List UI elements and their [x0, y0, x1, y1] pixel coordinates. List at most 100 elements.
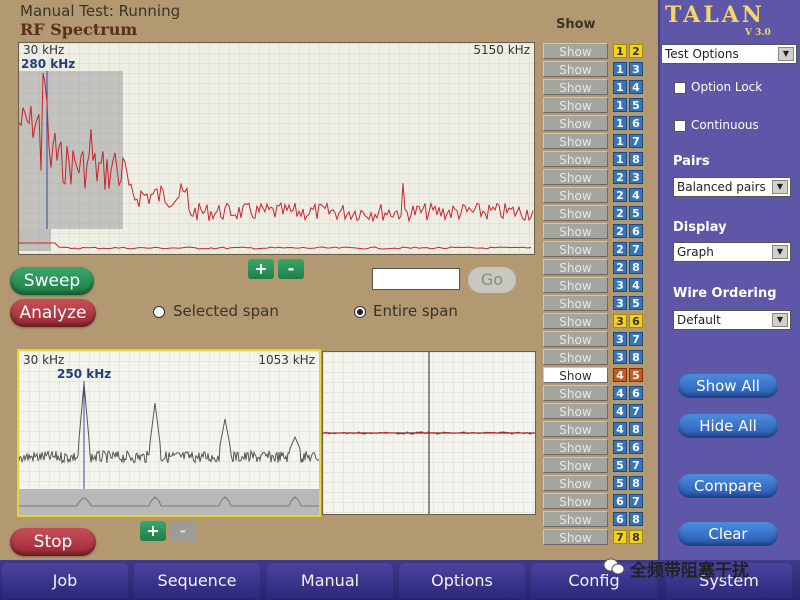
pin-b-badge: 4 [629, 80, 643, 94]
pin-b-badge: 7 [629, 458, 643, 472]
detail-zoom-in-button[interactable]: + [140, 521, 166, 541]
show-toggle-button[interactable]: Show [543, 259, 608, 275]
show-toggle-button[interactable]: Show [543, 187, 608, 203]
pin-a-badge: 5 [613, 476, 627, 490]
clear-button[interactable]: Clear [678, 522, 778, 546]
wire-ordering-select[interactable]: Default ▼ [673, 310, 791, 330]
show-all-button[interactable]: Show All [678, 374, 778, 398]
talan-logo: TALAN [665, 2, 765, 28]
section-title: RF Spectrum [20, 20, 138, 39]
show-toggle-button[interactable]: Show [543, 331, 608, 347]
show-toggle-button[interactable]: Show [543, 493, 608, 509]
show-toggle-button[interactable]: Show [543, 385, 608, 401]
chevron-down-icon: ▼ [772, 313, 788, 327]
go-button[interactable]: Go [468, 267, 516, 293]
show-toggle-button[interactable]: Show [543, 511, 608, 527]
pairs-heading: Pairs [673, 154, 710, 169]
nav-tab-manual[interactable]: Manual [267, 563, 393, 599]
end-frequency: 5150 kHz [473, 43, 530, 57]
pin-a-badge: 3 [613, 332, 627, 346]
test-options-select[interactable]: Test Options ▼ [661, 44, 797, 64]
stop-button[interactable]: Stop [10, 528, 96, 556]
pin-b-badge: 4 [629, 188, 643, 202]
pin-a-badge: 1 [613, 80, 627, 94]
detail-spectrum-plot[interactable]: 30 kHz 250 kHz 1053 kHz [17, 349, 321, 517]
show-toggle-button[interactable]: Show [543, 313, 608, 329]
pin-b-badge: 7 [629, 242, 643, 256]
overview-selection [19, 229, 51, 251]
option-lock-checkbox[interactable] [674, 82, 686, 94]
entire-span-radio[interactable] [354, 306, 366, 318]
test-status: Manual Test: Running [20, 2, 181, 20]
zoom-in-button[interactable]: + [248, 259, 274, 279]
rf-spectrum-plot[interactable]: 30 kHz 280 kHz 5150 kHz [18, 42, 535, 255]
nav-tab-sequence[interactable]: Sequence [134, 563, 260, 599]
pin-b-badge: 8 [629, 260, 643, 274]
start-frequency: 30 kHz [23, 43, 65, 57]
chat-bubble-icon [603, 558, 625, 575]
show-toggle-button[interactable]: Show [543, 457, 608, 473]
pin-a-badge: 2 [613, 170, 627, 184]
show-toggle-button[interactable]: Show [543, 169, 608, 185]
show-toggle-button[interactable]: Show [543, 133, 608, 149]
show-toggle-button[interactable]: Show [543, 403, 608, 419]
option-lock-label: Option Lock [691, 80, 763, 94]
show-toggle-button[interactable]: Show [543, 115, 608, 131]
pin-b-badge: 6 [629, 314, 643, 328]
show-toggle-button[interactable]: Show [543, 223, 608, 239]
pin-b-badge: 6 [629, 116, 643, 130]
sweep-button[interactable]: Sweep [10, 267, 94, 295]
show-toggle-button[interactable]: Show [543, 475, 608, 491]
show-toggle-button[interactable]: Show [543, 295, 608, 311]
show-toggle-button[interactable]: Show [543, 79, 608, 95]
show-toggle-button[interactable]: Show [543, 241, 608, 257]
compare-button[interactable]: Compare [678, 474, 778, 498]
wire-ordering-value: Default [677, 313, 721, 327]
pin-b-badge: 8 [629, 476, 643, 490]
pin-a-badge: 1 [613, 62, 627, 76]
pin-a-badge: 1 [613, 98, 627, 112]
pin-b-badge: 7 [629, 332, 643, 346]
show-toggle-button[interactable]: Show [543, 367, 608, 383]
pin-b-badge: 3 [629, 170, 643, 184]
show-toggle-button[interactable]: Show [543, 97, 608, 113]
display-select[interactable]: Graph ▼ [673, 242, 791, 262]
pin-b-badge: 5 [629, 98, 643, 112]
zoom-out-button[interactable]: - [278, 259, 304, 279]
pin-b-badge: 8 [629, 530, 643, 544]
secondary-graph [323, 352, 535, 514]
chevron-down-icon: ▼ [772, 245, 788, 259]
show-toggle-button[interactable]: Show [543, 61, 608, 77]
selected-span-radio[interactable] [153, 306, 165, 318]
show-toggle-button[interactable]: Show [543, 529, 608, 545]
show-toggle-button[interactable]: Show [543, 349, 608, 365]
nav-tab-job[interactable]: Job [2, 563, 128, 599]
pin-b-badge: 6 [629, 386, 643, 400]
pin-a-badge: 2 [613, 188, 627, 202]
pin-a-badge: 1 [613, 116, 627, 130]
nav-tab-options[interactable]: Options [399, 563, 525, 599]
secondary-plot[interactable] [322, 351, 536, 515]
pin-b-badge: 8 [629, 512, 643, 526]
show-toggle-button[interactable]: Show [543, 421, 608, 437]
show-toggle-button[interactable]: Show [543, 439, 608, 455]
show-toggle-button[interactable]: Show [543, 151, 608, 167]
pairs-value: Balanced pairs [677, 180, 766, 194]
analyze-button[interactable]: Analyze [10, 299, 96, 327]
detail-zoom-out-button[interactable]: - [170, 521, 196, 541]
show-toggle-button[interactable]: Show [543, 43, 608, 59]
pin-a-badge: 5 [613, 440, 627, 454]
frequency-input[interactable] [372, 268, 460, 290]
hide-all-button[interactable]: Hide All [678, 414, 778, 438]
pairs-select[interactable]: Balanced pairs ▼ [673, 177, 791, 197]
pin-b-badge: 2 [629, 44, 643, 58]
show-toggle-button[interactable]: Show [543, 277, 608, 293]
detail-start-frequency: 30 kHz [23, 353, 65, 367]
marker-frequency: 280 kHz [21, 57, 76, 71]
pin-b-badge: 5 [629, 368, 643, 382]
show-toggle-button[interactable]: Show [543, 205, 608, 221]
pin-a-badge: 3 [613, 314, 627, 328]
pin-a-badge: 5 [613, 458, 627, 472]
continuous-checkbox[interactable] [674, 120, 686, 132]
wire-ordering-heading: Wire Ordering [673, 286, 777, 301]
